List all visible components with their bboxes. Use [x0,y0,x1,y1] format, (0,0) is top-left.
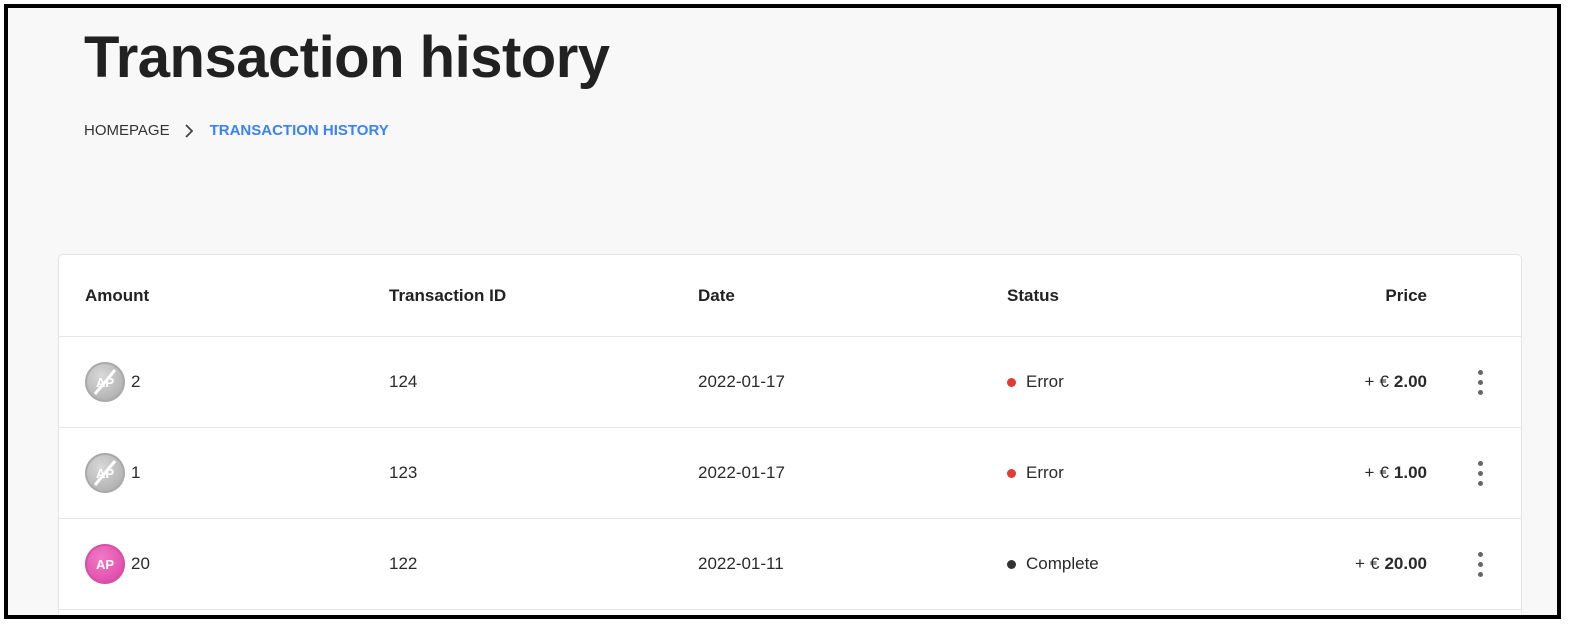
price-currency: € [1369,554,1380,573]
status-label: Error [1026,463,1064,482]
more-vertical-icon [1477,369,1483,395]
transaction-id-cell: 123 [389,463,418,482]
status-cell: Error [1007,428,1064,518]
breadcrumb-current: TRANSACTION HISTORY [209,122,389,139]
column-header-amount[interactable]: Amount [85,286,149,306]
row-menu-button[interactable] [1467,428,1493,518]
ap-coin-icon: AP [85,453,125,493]
breadcrumb-home-link[interactable]: HOMEPAGE [84,122,170,139]
ap-coin-icon: AP [85,544,125,584]
column-header-price[interactable]: Price [1385,286,1427,306]
more-vertical-icon [1477,460,1483,486]
column-header-transaction-id[interactable]: Transaction ID [389,286,506,306]
price-cell: + € 2.00 [1365,337,1428,427]
chevron-right-icon [176,123,202,139]
price-value: 2.00 [1393,372,1427,391]
transaction-id-cell: 124 [389,372,418,391]
ap-coin-icon: AP [85,362,125,402]
price-prefix: + [1364,372,1375,391]
column-header-status[interactable]: Status [1007,286,1059,306]
table-row[interactable]: AP 2 124 2022-01-17 Error + € 2.00 [59,337,1521,428]
column-header-date[interactable]: Date [698,286,735,306]
status-label: Error [1026,372,1064,391]
coin-label: AP [95,556,115,572]
more-vertical-icon [1477,551,1483,577]
row-menu-button[interactable] [1467,337,1493,427]
amount-cell: AP 2 [85,337,140,427]
price-prefix: + [1355,554,1365,573]
price-cell: + € 20.00 [1355,519,1427,609]
date-cell: 2022-01-17 [698,372,785,391]
table-row[interactable]: AP 20 122 2022-01-11 Complete + € 20.00 [59,519,1521,610]
status-dot-icon [1007,559,1016,569]
date-cell: 2022-01-11 [698,554,784,573]
status-dot-icon [1007,377,1016,387]
status-cell: Error [1007,337,1064,427]
price-cell: + € 1.00 [1365,428,1428,518]
page-frame: Transaction history HOMEPAGE TRANSACTION… [4,4,1561,619]
date-cell: 2022-01-17 [698,463,785,482]
price-value: 1.00 [1393,463,1427,482]
status-cell: Complete [1007,519,1099,609]
price-currency: € [1379,463,1389,482]
transactions-table: Amount Transaction ID Date Status Price … [58,254,1522,615]
row-menu-button[interactable] [1467,519,1493,609]
price-prefix: + [1364,463,1375,482]
amount-value: 2 [131,372,141,391]
price-value: 20.00 [1384,554,1427,573]
amount-cell: AP 1 [85,428,140,518]
table-row[interactable]: AP 1 123 2022-01-17 Error + € 1.00 [59,428,1521,519]
price-currency: € [1379,372,1389,391]
table-header: Amount Transaction ID Date Status Price [59,255,1521,337]
status-dot-icon [1007,468,1016,478]
status-label: Complete [1026,554,1099,573]
amount-value: 1 [131,463,141,482]
page-title: Transaction history [84,25,610,90]
transaction-id-cell: 122 [389,554,418,573]
breadcrumb: HOMEPAGE TRANSACTION HISTORY [84,122,389,139]
amount-value: 20 [131,554,150,573]
amount-cell: AP 20 [85,519,150,609]
